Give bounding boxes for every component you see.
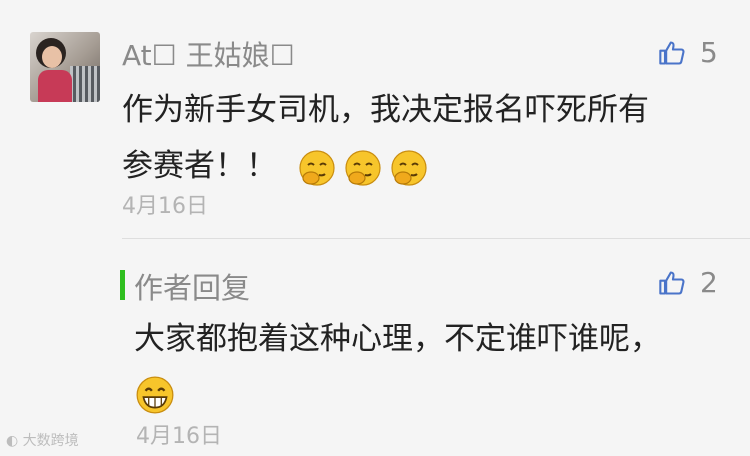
author-reply-text-line-1: 大家都抱着这种心理，不定谁吓谁呢， — [134, 321, 661, 357]
comment-emoji-row — [297, 148, 435, 188]
user-avatar[interactable] — [30, 32, 100, 102]
reply-like-count: 2 — [700, 266, 718, 299]
comment-like-button[interactable]: 5 — [658, 36, 718, 69]
grinning-face-emoji — [136, 376, 174, 413]
comment-text-line-2: 参赛者！！ — [122, 138, 722, 194]
author-reply-text: 大家都抱着这种心理，不定谁吓谁呢， — [134, 312, 724, 420]
author-reply-accent-bar — [120, 270, 125, 300]
comment-text-line-2-text: 参赛者！！ — [122, 148, 277, 184]
source-watermark: ◐ 大数跨境 — [6, 430, 79, 450]
comment-author-name[interactable]: At☐ 王姑娘☐ — [122, 34, 295, 74]
author-reply-label: 作者回复 — [134, 271, 251, 305]
thinking-face-emoji — [299, 149, 335, 186]
thumbs-up-icon — [659, 270, 685, 295]
comment-date: 4月16日 — [122, 194, 208, 219]
avatar-body — [38, 70, 72, 102]
comment-text-line-1: 作为新手女司机，我决定报名吓死所有 — [122, 92, 649, 128]
comment-like-count: 5 — [700, 36, 718, 69]
avatar-face — [42, 46, 62, 68]
author-reply-text-line-2 — [134, 366, 724, 420]
watermark-text: 大数跨境 — [22, 433, 79, 449]
comment-text: 作为新手女司机，我决定报名吓死所有 参赛者！！ — [122, 82, 722, 194]
reply-date: 4月16日 — [136, 424, 222, 449]
reply-like-button[interactable]: 2 — [658, 266, 718, 299]
comment-divider — [122, 238, 750, 239]
thumbs-up-icon — [659, 40, 685, 65]
avatar-background — [70, 66, 100, 102]
thinking-face-emoji — [391, 149, 427, 186]
thinking-face-emoji — [345, 149, 381, 186]
watermark-logo-icon: ◐ — [6, 433, 19, 449]
